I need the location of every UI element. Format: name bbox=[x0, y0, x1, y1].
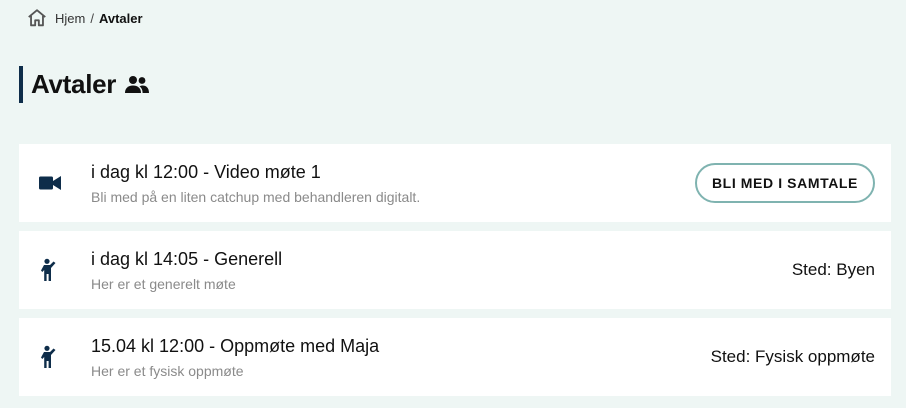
appointment-card[interactable]: 15.04 kl 12:00 - Oppmøte med Maja Her er… bbox=[19, 318, 891, 396]
appointment-title: i dag kl 12:00 - Video møte 1 bbox=[91, 162, 321, 182]
join-call-button[interactable]: BLI MED I SAMTALE bbox=[694, 163, 875, 203]
home-icon[interactable] bbox=[26, 7, 48, 29]
person-waving-icon bbox=[39, 258, 61, 281]
breadcrumb-home-link[interactable]: Hjem bbox=[55, 11, 85, 26]
people-icon bbox=[124, 75, 150, 95]
appointment-location: Sted: Fysisk oppmøte bbox=[710, 347, 875, 366]
appointment-description: Her er et fysisk oppmøte bbox=[91, 363, 244, 379]
appointment-title: 15.04 kl 12:00 - Oppmøte med Maja bbox=[91, 336, 380, 356]
page-title: Avtaler bbox=[19, 66, 150, 103]
breadcrumb-separator: / bbox=[90, 10, 94, 26]
appointment-title: i dag kl 14:05 - Generell bbox=[91, 249, 283, 269]
breadcrumb: Hjem / Avtaler bbox=[26, 7, 143, 29]
appointment-description: Bli med på en liten catchup med behandle… bbox=[91, 189, 421, 205]
appointment-card[interactable]: i dag kl 14:05 - Generell Her er et gene… bbox=[19, 231, 891, 309]
video-camera-icon bbox=[39, 172, 61, 194]
breadcrumb-current: Avtaler bbox=[98, 10, 143, 26]
page-title-text: Avtaler bbox=[31, 69, 117, 99]
person-waving-icon bbox=[39, 345, 61, 368]
appointment-description: Her er et generelt møte bbox=[91, 276, 236, 292]
appointment-card[interactable]: i dag kl 12:00 - Video møte 1 Bli med på… bbox=[19, 144, 891, 222]
appointment-location: Sted: Byen bbox=[791, 260, 875, 279]
appointment-list: i dag kl 12:00 - Video møte 1 Bli med på… bbox=[19, 144, 891, 405]
